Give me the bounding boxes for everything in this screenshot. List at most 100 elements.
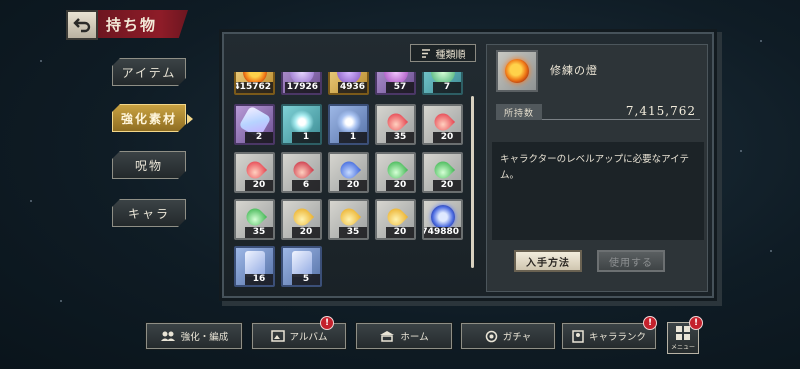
item-cell[interactable]: 57: [375, 72, 416, 95]
item-cell[interactable]: 7415762: [234, 72, 275, 95]
gold-flame-icon: [383, 204, 408, 229]
sort-button[interactable]: 種類順: [410, 44, 476, 62]
item-cell[interactable]: 35: [234, 199, 275, 240]
item-cell[interactable]: 20: [375, 152, 416, 193]
character-rank-alert-badge: !: [643, 316, 657, 330]
item-cell[interactable]: 20: [281, 199, 322, 240]
gold-flame-icon: [289, 204, 314, 229]
item-count: 20: [386, 227, 414, 238]
album-alert-badge: !: [320, 316, 334, 330]
active-indicator-arrow-icon: [187, 114, 193, 124]
item-count: 20: [245, 180, 273, 191]
home-icon: [380, 331, 395, 342]
item-count: 7415762: [236, 82, 273, 93]
item-grid: 7415762 17926 4936 57 7 2 1 1 35 20 20: [232, 72, 468, 292]
fire-orb-icon: [505, 59, 529, 83]
item-count: 4936: [337, 82, 367, 93]
gold-flame-icon: [336, 204, 361, 229]
rank-icon: [572, 329, 584, 343]
divider: [542, 119, 700, 120]
grid-scrollbar[interactable]: [471, 96, 474, 268]
item-description: キャラクターのレベルアップに必要なアイテム。: [500, 154, 689, 181]
item-count: 1749880: [424, 227, 461, 238]
spirit-mark-icon: [289, 110, 314, 135]
bottom-nav-label: ホーム: [400, 332, 429, 343]
item-cell[interactable]: 16: [234, 246, 275, 287]
item-cell[interactable]: 35: [328, 199, 369, 240]
album-icon: [270, 330, 285, 342]
bottom-nav-label: キャラランク: [588, 332, 646, 343]
use-button[interactable]: 使用する: [597, 250, 665, 272]
item-cell[interactable]: 17926: [281, 72, 322, 95]
gacha-icon: [485, 330, 498, 342]
bottom-nav-character-rank[interactable]: キャラランク: [561, 322, 657, 350]
item-cell[interactable]: 5: [281, 246, 322, 287]
detail-item-name: 修練の燈: [550, 64, 598, 77]
menu-label: メニュー: [670, 343, 695, 351]
item-count: 20: [292, 227, 320, 238]
people-icon: [160, 331, 175, 341]
item-cell[interactable]: 6: [281, 152, 322, 193]
bottom-nav-gacha[interactable]: ガチャ: [460, 322, 556, 350]
item-cell[interactable]: 1: [328, 104, 369, 145]
nav-tab-item[interactable]: アイテム: [112, 58, 186, 86]
nav-tab-cursed-object[interactable]: 呪物: [112, 151, 186, 179]
item-count: 20: [433, 132, 461, 143]
sort-icon: [421, 48, 430, 58]
item-cell[interactable]: 20: [234, 152, 275, 193]
back-button[interactable]: [66, 10, 98, 40]
page-title: 持ち物: [96, 10, 188, 38]
red-flame-icon: [383, 109, 408, 134]
item-cell[interactable]: 20: [422, 104, 463, 145]
owned-count-row: 所持数 7,415,762: [496, 104, 700, 122]
swirl-icon: [336, 110, 361, 135]
green-flame-icon: [430, 157, 455, 182]
back-arrow-icon: [73, 18, 91, 33]
owned-label: 所持数: [496, 104, 542, 120]
item-count: 16: [245, 274, 273, 285]
nav-tab-enhance-material[interactable]: 強化素材: [112, 104, 186, 132]
item-count: 17926: [284, 82, 320, 93]
item-count: 35: [245, 227, 273, 238]
green-flame-icon: [242, 204, 267, 229]
item-count: 5: [292, 274, 320, 285]
item-count: 6: [292, 180, 320, 191]
blue-flame-icon: [336, 157, 361, 182]
green-flame-icon: [383, 157, 408, 182]
item-cell[interactable]: 35: [375, 104, 416, 145]
item-count: 35: [339, 227, 367, 238]
detail-item-icon: [496, 50, 538, 92]
item-count: 57: [386, 82, 414, 93]
bottom-nav-label: 強化・編成: [180, 332, 229, 343]
item-count: 7: [433, 82, 461, 93]
bottom-nav-enhance[interactable]: 強化・編成: [145, 322, 243, 350]
bottom-nav-label: ガチャ: [502, 332, 532, 343]
item-count: 1: [339, 132, 367, 143]
item-cell[interactable]: 1749880: [422, 199, 463, 240]
item-count: 20: [386, 180, 414, 191]
item-cell[interactable]: 20: [422, 152, 463, 193]
nav-tab-character[interactable]: キャラ: [112, 199, 186, 227]
menu-alert-badge: !: [689, 316, 703, 330]
item-cell[interactable]: 1: [281, 104, 322, 145]
menu-grid-icon: [676, 325, 690, 340]
item-cell[interactable]: 20: [375, 199, 416, 240]
item-cell[interactable]: 20: [328, 152, 369, 193]
obtain-method-button[interactable]: 入手方法: [514, 250, 582, 272]
item-cell[interactable]: 4936: [328, 72, 369, 95]
item-count: 35: [386, 132, 414, 143]
bottom-nav-home[interactable]: ホーム: [355, 322, 453, 350]
bottom-nav-label: アルバム: [289, 332, 328, 343]
item-count: 2: [245, 132, 273, 143]
blue-orb-icon: [430, 205, 455, 230]
item-count: 20: [339, 180, 367, 191]
owned-value: 7,415,762: [625, 104, 696, 118]
item-cell[interactable]: 7: [422, 72, 463, 95]
red-flame-icon: [242, 157, 267, 182]
red-flame-icon: [289, 157, 314, 182]
item-cell[interactable]: 2: [234, 104, 275, 145]
item-count: 1: [292, 132, 320, 143]
item-count: 20: [433, 180, 461, 191]
sort-label: 種類順: [435, 49, 466, 61]
red-flame-icon: [430, 109, 455, 134]
